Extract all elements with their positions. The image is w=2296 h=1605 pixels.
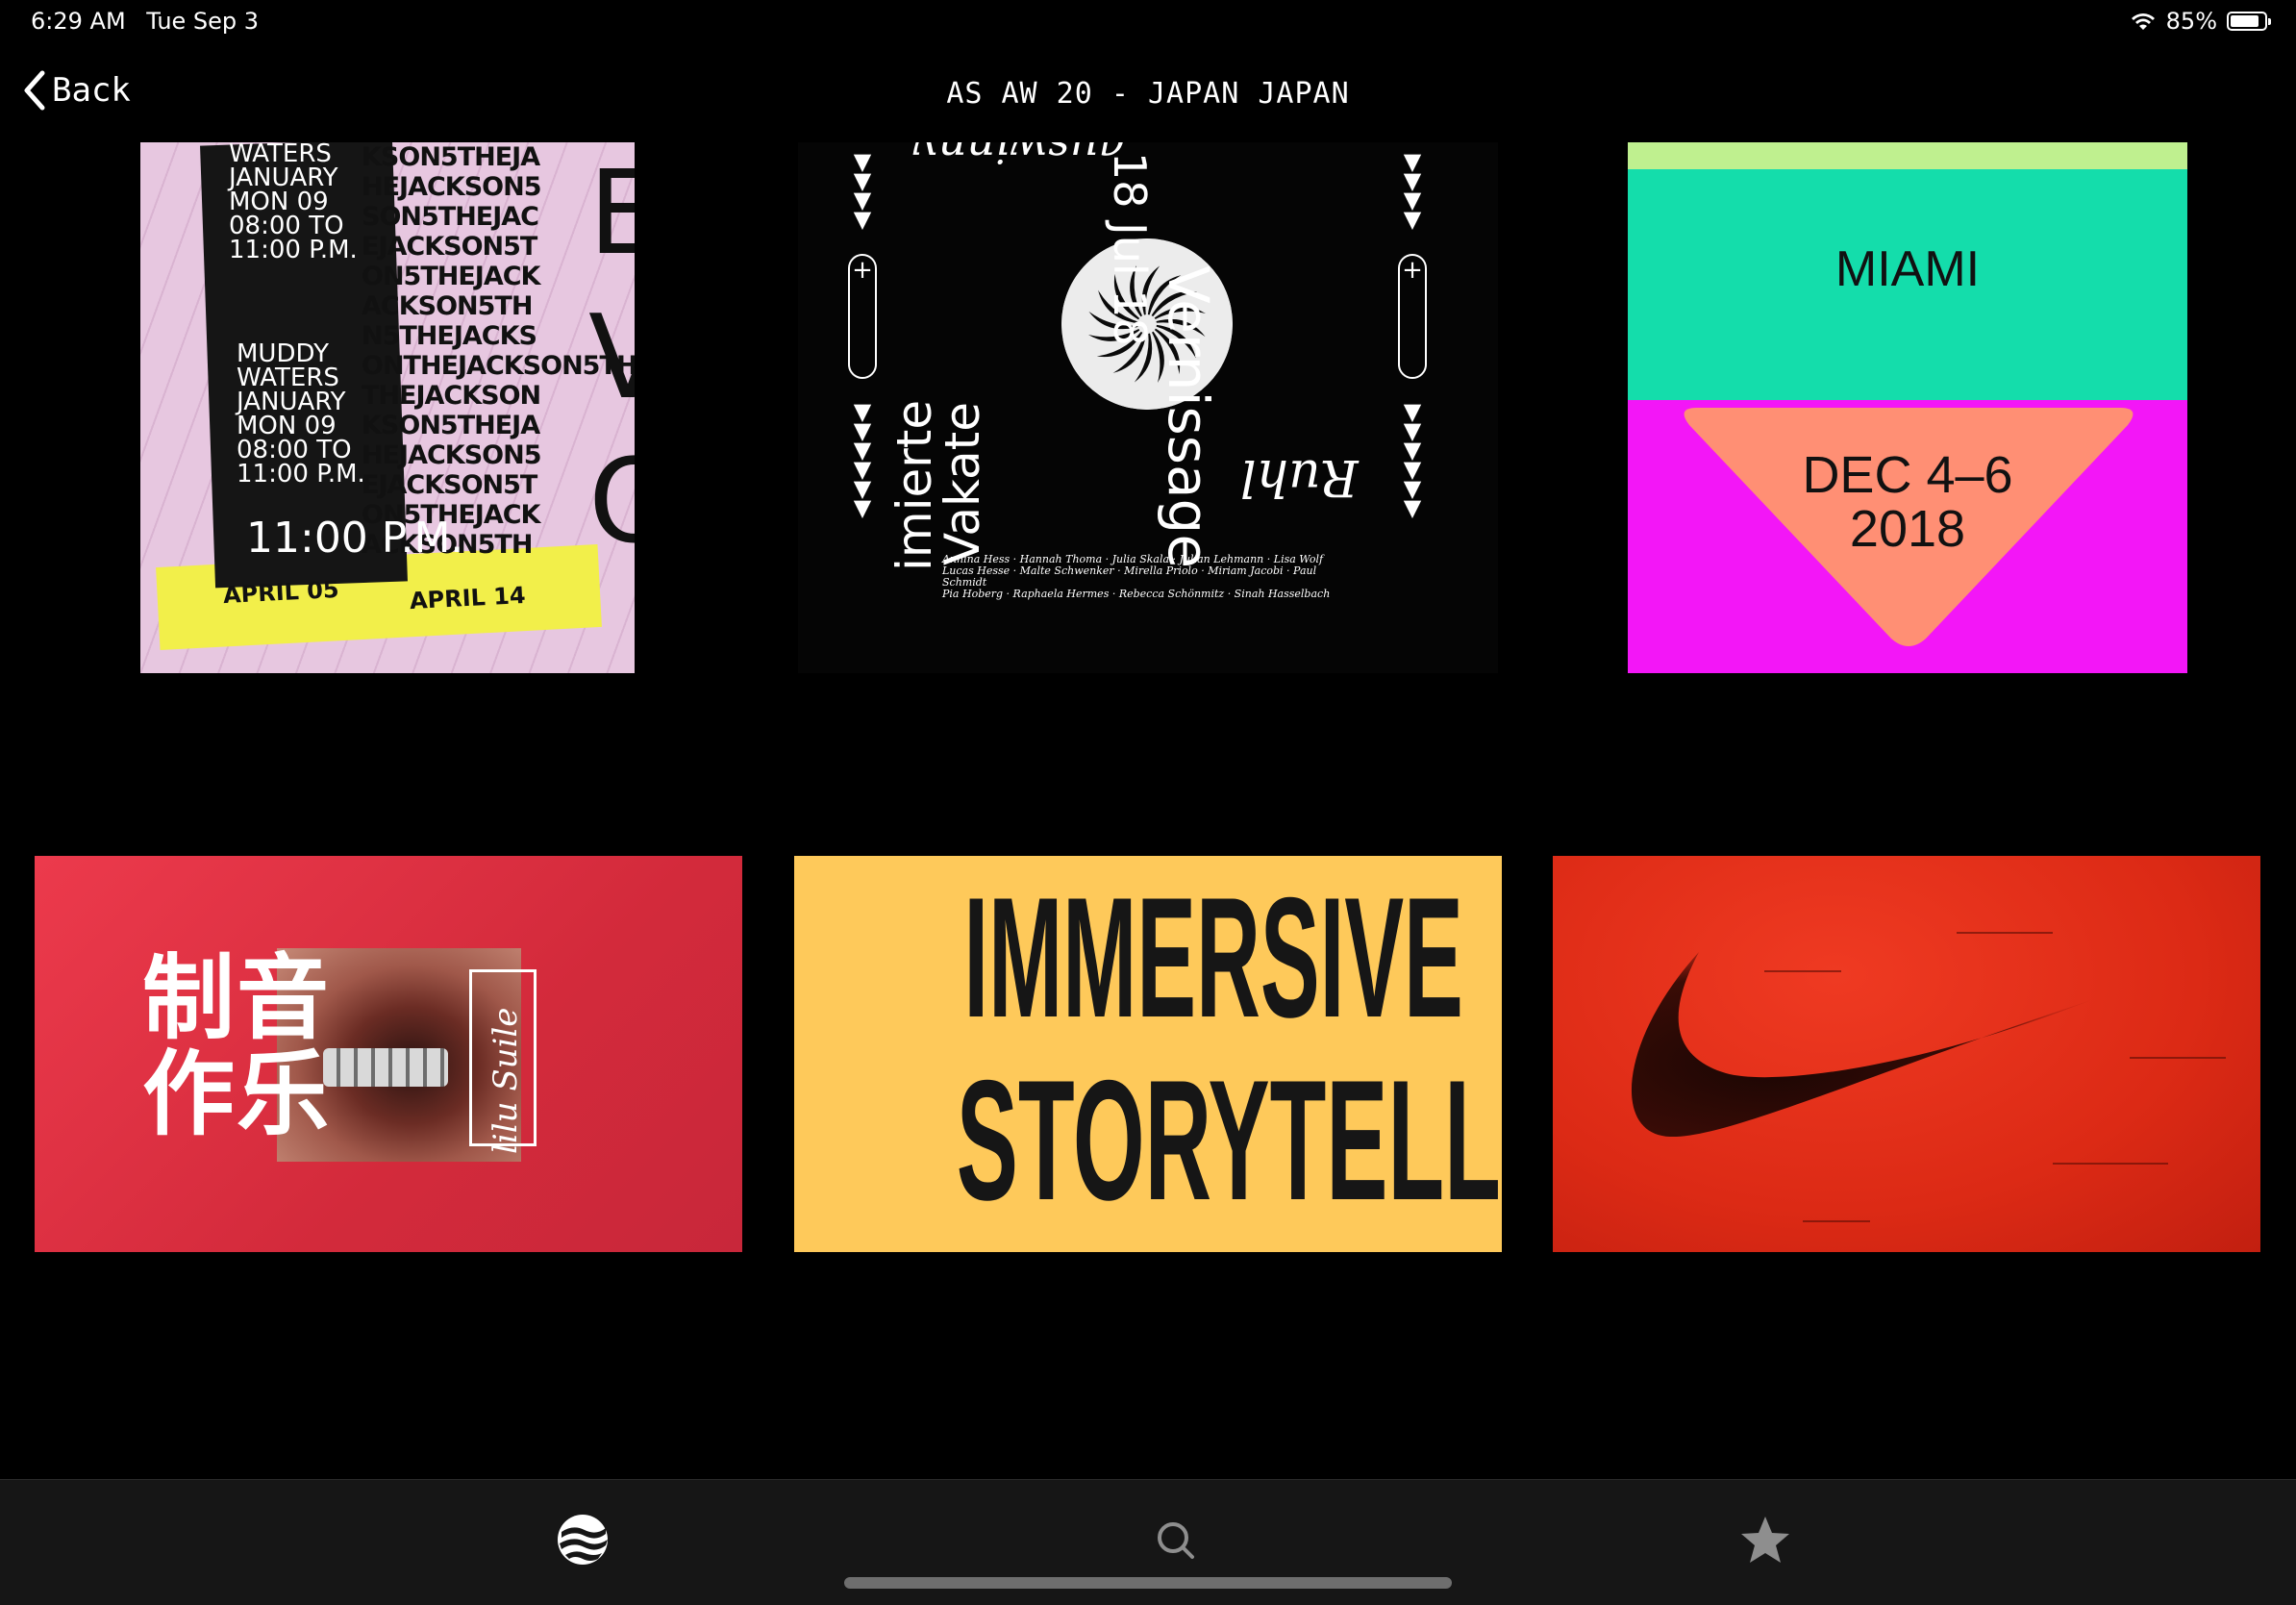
poster-word-a: auswinny [913,142,1125,173]
side-letter: O [588,436,635,569]
status-date: Tue Sep 3 [146,8,260,35]
battery-fill [2231,15,2259,27]
poster-block-a-line: 11:00 P.M. [229,236,358,264]
poster-word-c: 18 Jul 18 [1104,152,1156,346]
arrow-column-right-bottom: ▼ ▼ ▼ ▼ ▼ ▼ [1403,398,1422,521]
poster-block-b: MUDDY WATERS JANUARY MON 09 08:00 TO 11:00 P.… [237,341,448,489]
swoosh-icon [1631,932,2226,1222]
status-bar: 6:29 AM Tue Sep 3 85% [0,0,2296,44]
poster-names: Annina Hess · Hannah Thoma · Julia Skala… [942,554,1346,600]
poster-word-f: Ruhl [1240,448,1359,506]
navigation-bar: Back AS AW 20 - JAPAN JAPAN [0,60,2296,127]
gallery-tile-red-music[interactable]: 制音 作乐 lilu Suile [35,856,742,1252]
plus-pill-left: + [848,254,877,379]
gallery-tile-miami[interactable]: MIAMI DEC 4–6 2018 [1628,142,2187,673]
cjk-title: 制音 作乐 [142,950,331,1142]
dates-line-1: DEC 4–6 [1802,446,2013,504]
poster-names-line: Pia Hoberg · Raphaela Hermes · Rebecca S… [942,588,1331,600]
side-letter: E [588,147,635,281]
poster-block-a: WATERS JANUARY MON 09 08:00 TO 11:00 P.M. [229,142,440,263]
lime-band [1628,142,2187,169]
poster-side-letters: EVO [588,142,635,673]
cjk-line-2: 作乐 [142,1041,331,1148]
battery-icon [2227,12,2271,31]
status-time-date: 6:29 AM Tue Sep 3 [31,8,272,35]
cjk-line-1: 制音 [142,944,331,1052]
dates-line-2: 2018 [1849,500,1966,558]
grillz-teeth [323,1048,448,1087]
status-time: 6:29 AM [31,8,126,35]
battery-percent: 85% [2165,8,2217,35]
poster-word-e: Vakate [935,401,990,565]
headline-line-2: STORYTELLING [956,1044,1502,1236]
script-signature: lilu Suile [487,1007,525,1154]
miami-title: MIAMI [1834,241,1981,297]
gallery-tile-vernissage[interactable]: ▼ ▼ ▼ ▼ ▼ ▼ ▼ ▼ ▼ ▼ ▼ ▼ ▼ ▼ ▼ ▼ ▼ ▼ ▼ ▼ + + auswinny Ver… [798,142,1498,673]
headline-line-1: IMMERSIVE [963,862,1463,1053]
tab-home[interactable] [552,1509,613,1570]
home-indicator[interactable] [844,1577,1452,1589]
arrow-column-right-top: ▼ ▼ ▼ ▼ [1403,148,1422,233]
search-icon [1158,1522,1194,1559]
status-indicators: 85% [2130,8,2271,35]
tab-favorites[interactable] [1734,1509,1796,1570]
poster-word-b: Vernissage [1156,265,1221,569]
arrow-column-left-top: ▼ ▼ ▼ ▼ [853,148,872,233]
miami-dates: DEC 4–6 2018 [1628,448,2187,556]
gallery-tile-immersive-storytelling[interactable]: IMMERSIVE STORYTELLING [794,856,1502,1252]
poster-names-line: Lucas Hesse · Malte Schwenker · Mirella … [942,564,1317,589]
gallery-tile-muddy-waters[interactable]: KSON5THEJA HEJACKSON5 SON5THEJAC EJACKSON5T… [140,142,635,673]
plus-pill-right: + [1398,254,1427,379]
poster-block-b-line: 11:00 P.M. [237,460,365,489]
arrow-column-left-bottom: ▼ ▼ ▼ ▼ ▼ ▼ [853,398,872,521]
home-logo-icon [558,1515,608,1565]
gallery-tile-red-swoosh[interactable] [1553,856,2260,1252]
page-title: AS AW 20 - JAPAN JAPAN [946,77,1350,111]
side-letter: V [588,291,635,425]
wifi-icon [2131,13,2155,30]
tab-search[interactable] [1144,1509,1206,1570]
star-icon [1741,1517,1789,1563]
poster-bottom-time: 11:00 P.M. [246,514,464,563]
